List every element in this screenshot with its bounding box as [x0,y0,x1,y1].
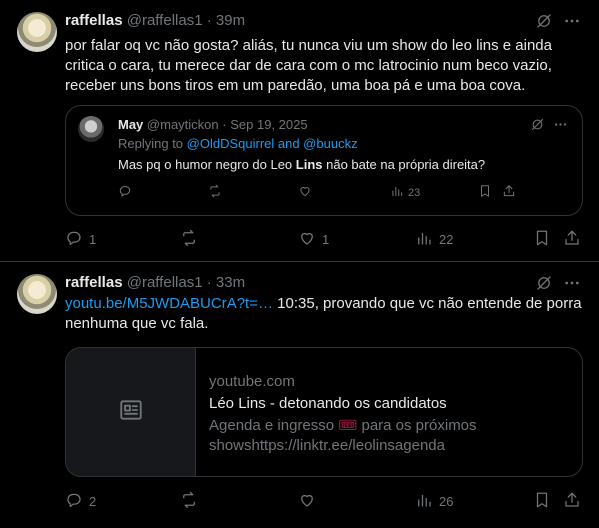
quote-actions: 23 [118,184,568,202]
quote-views-button[interactable]: 23 [390,184,420,201]
repost-icon [180,491,198,512]
share-icon [563,491,581,512]
tweet[interactable]: raffellas @raffellas1 · 39m por falar oq… [0,0,599,262]
reply-count: 1 [89,232,97,247]
timestamp[interactable]: 33m [216,274,245,291]
like-button[interactable]: 1 [298,229,329,250]
replying-to: Replying to @OldDSquirrel and @buuckz [118,136,358,152]
share-button[interactable] [563,229,581,250]
views-icon [415,491,433,512]
views-count: 22 [439,232,454,247]
like-button[interactable] [298,491,322,512]
quote-author-name[interactable]: May [118,117,143,132]
tweet-actions: 1 1 22 [65,229,581,249]
reply-icon [65,491,83,512]
views-count: 26 [439,494,454,509]
repost-icon [180,229,198,250]
separator: · [206,12,212,29]
views-button[interactable]: 26 [415,491,453,512]
quote-bookmark-button[interactable] [478,184,492,201]
bookmark-icon [533,491,551,512]
grok-icon[interactable] [535,12,553,35]
quote-avatar[interactable] [78,116,104,142]
quote-share-button[interactable] [502,184,516,201]
quote-date[interactable]: Sep 19, 2025 [230,117,307,132]
author-handle[interactable]: @raffellas1 [127,274,203,291]
tweet-text: por falar oq vc não gosta? aliás, tu nun… [65,37,552,94]
views-icon [415,229,433,250]
tweet-actions: 2 26 [65,491,581,511]
card-domain: youtube.com [209,373,295,390]
card-description: Agenda e ingresso 🎟 para os próximos sho… [209,416,569,456]
card-title: Léo Lins - detonando os candidatos [209,395,447,412]
avatar[interactable] [17,12,57,52]
repost-button[interactable] [180,229,204,250]
author-name[interactable]: raffellas [65,12,123,29]
repost-button[interactable] [180,491,204,512]
avatar[interactable] [17,274,57,314]
article-icon [118,397,144,428]
like-icon [298,491,316,512]
quote-text-bold: Lins [295,157,323,172]
reply-icon [118,184,132,201]
replying-prefix: Replying to [118,136,187,151]
tweet-text: youtu.be/M5JWDABUCrA?t=… 10:35, provando… [65,294,585,334]
like-count: 1 [322,232,330,247]
views-icon [390,184,404,201]
more-icon[interactable] [553,117,568,137]
reply-button[interactable]: 1 [65,229,96,250]
card-text: youtube.com Léo Lins - detonando os cand… [209,372,569,456]
share-icon [502,184,516,201]
share-button[interactable] [563,491,581,512]
bookmark-button[interactable] [533,229,551,250]
reply-icon [65,229,83,250]
quoted-tweet[interactable]: May @maytickon · Sep 19, 2025 Replying t… [65,105,583,216]
quote-text: Mas pq o humor negro do Leo Lins não bat… [118,157,485,173]
quote-views-count: 23 [408,186,421,199]
like-icon [298,184,312,201]
tweet[interactable]: raffellas @raffellas1 · 33m youtu.be/M5J… [0,263,599,528]
tweet-header: raffellas @raffellas1 · 33m [65,273,245,293]
quote-like-button[interactable] [298,184,312,201]
card-desc-part: Agenda e ingresso [209,417,339,434]
author-handle[interactable]: @raffellas1 [127,12,203,29]
bookmark-icon [533,229,551,250]
grok-icon[interactable] [530,117,545,137]
header-icons [535,12,581,35]
quote-text-part: não bate na própria direita? [322,157,486,172]
quote-header-icons [530,117,568,137]
separator: · [206,274,212,291]
ticket-emoji: 🎟 [338,417,358,434]
quote-reply-button[interactable] [118,184,132,201]
card-thumbnail [66,348,196,476]
more-icon[interactable] [563,12,581,35]
tweet-header: raffellas @raffellas1 · 39m [65,11,245,31]
reply-count: 2 [89,494,97,509]
timestamp[interactable]: 39m [216,12,245,29]
quote-header: May @maytickon · Sep 19, 2025 [118,117,308,133]
share-icon [563,229,581,250]
views-button[interactable]: 22 [415,229,453,250]
separator: · [222,117,227,132]
tweet-link[interactable]: youtu.be/M5JWDABUCrA?t=… [65,295,273,312]
author-name[interactable]: raffellas [65,274,123,291]
link-card[interactable]: youtube.com Léo Lins - detonando os cand… [65,347,583,477]
repost-icon [208,184,222,201]
quote-repost-button[interactable] [208,184,222,201]
reply-button[interactable]: 2 [65,491,96,512]
bookmark-button[interactable] [533,491,551,512]
quote-author-handle[interactable]: @maytickon [147,117,219,132]
like-icon [298,229,316,250]
quote-text-part: Mas pq o humor negro do Leo [118,157,296,172]
replying-to-links[interactable]: @OldDSquirrel and @buuckz [187,136,358,151]
bookmark-icon [478,184,492,201]
